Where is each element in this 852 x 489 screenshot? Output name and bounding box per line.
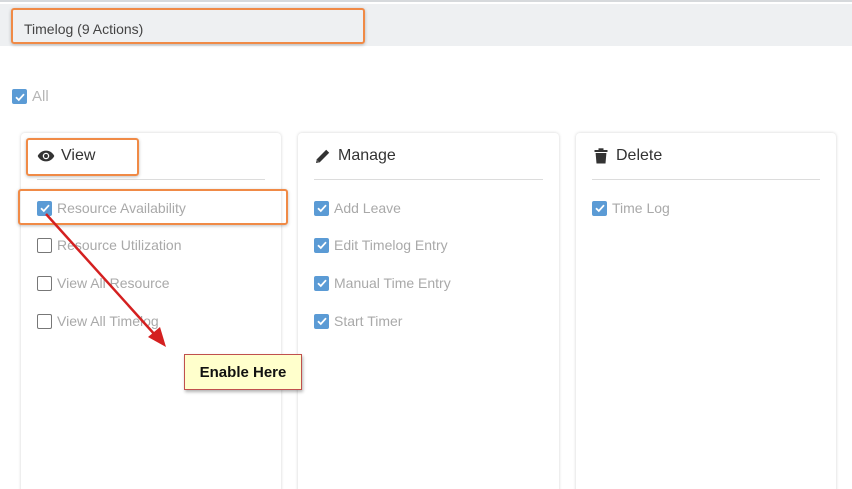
card-delete: Delete Time Log [576,133,836,489]
select-all-label: All [32,88,49,105]
check-icon[interactable] [314,237,329,253]
item-label: Manual Time Entry [334,275,451,291]
checkbox-manual-time-entry[interactable]: Manual Time Entry [314,275,451,291]
item-label: Start Timer [334,313,403,329]
check-icon[interactable] [592,200,607,216]
unchecked-box-icon[interactable] [37,275,52,291]
check-icon[interactable] [314,275,329,291]
unchecked-box-icon[interactable] [37,237,52,253]
highlight-view-title [26,138,139,176]
annotation-callout: Enable Here [184,354,302,390]
divider [37,179,265,180]
checkbox-time-log[interactable]: Time Log [592,200,670,216]
card-view: View Resource Availability Resource Util… [21,133,281,489]
check-icon[interactable] [314,313,329,329]
divider [592,179,820,180]
checkbox-start-timer[interactable]: Start Timer [314,313,402,329]
pencil-icon [314,147,332,165]
checkbox-resource-utilization[interactable]: Resource Utilization [37,237,182,253]
card-manage-title: Manage [314,147,396,165]
checkbox-view-all-timelog[interactable]: View All Timelog [37,313,159,329]
checkbox-view-all-resource[interactable]: View All Resource [37,275,170,291]
item-label: Time Log [612,200,670,216]
card-delete-label: Delete [616,147,663,164]
checkbox-add-leave[interactable]: Add Leave [314,200,401,216]
card-manage: Manage Add Leave Edit Timelog Entry Manu… [298,133,559,489]
trash-icon [592,147,610,165]
item-label: Add Leave [334,200,401,216]
card-delete-title: Delete [592,147,662,165]
check-icon[interactable] [314,200,329,216]
item-label: Resource Utilization [57,237,182,253]
item-label: Edit Timelog Entry [334,237,448,253]
highlight-resource-availability [18,189,288,225]
unchecked-box-icon[interactable] [37,313,52,329]
select-all-checkbox[interactable]: All [12,88,49,105]
divider [314,179,543,180]
item-label: View All Resource [57,275,170,291]
item-label: View All Timelog [57,313,159,329]
top-border [0,0,852,2]
check-icon[interactable] [12,89,27,104]
card-manage-label: Manage [338,147,396,164]
highlight-header [11,8,365,44]
checkbox-edit-timelog-entry[interactable]: Edit Timelog Entry [314,237,448,253]
